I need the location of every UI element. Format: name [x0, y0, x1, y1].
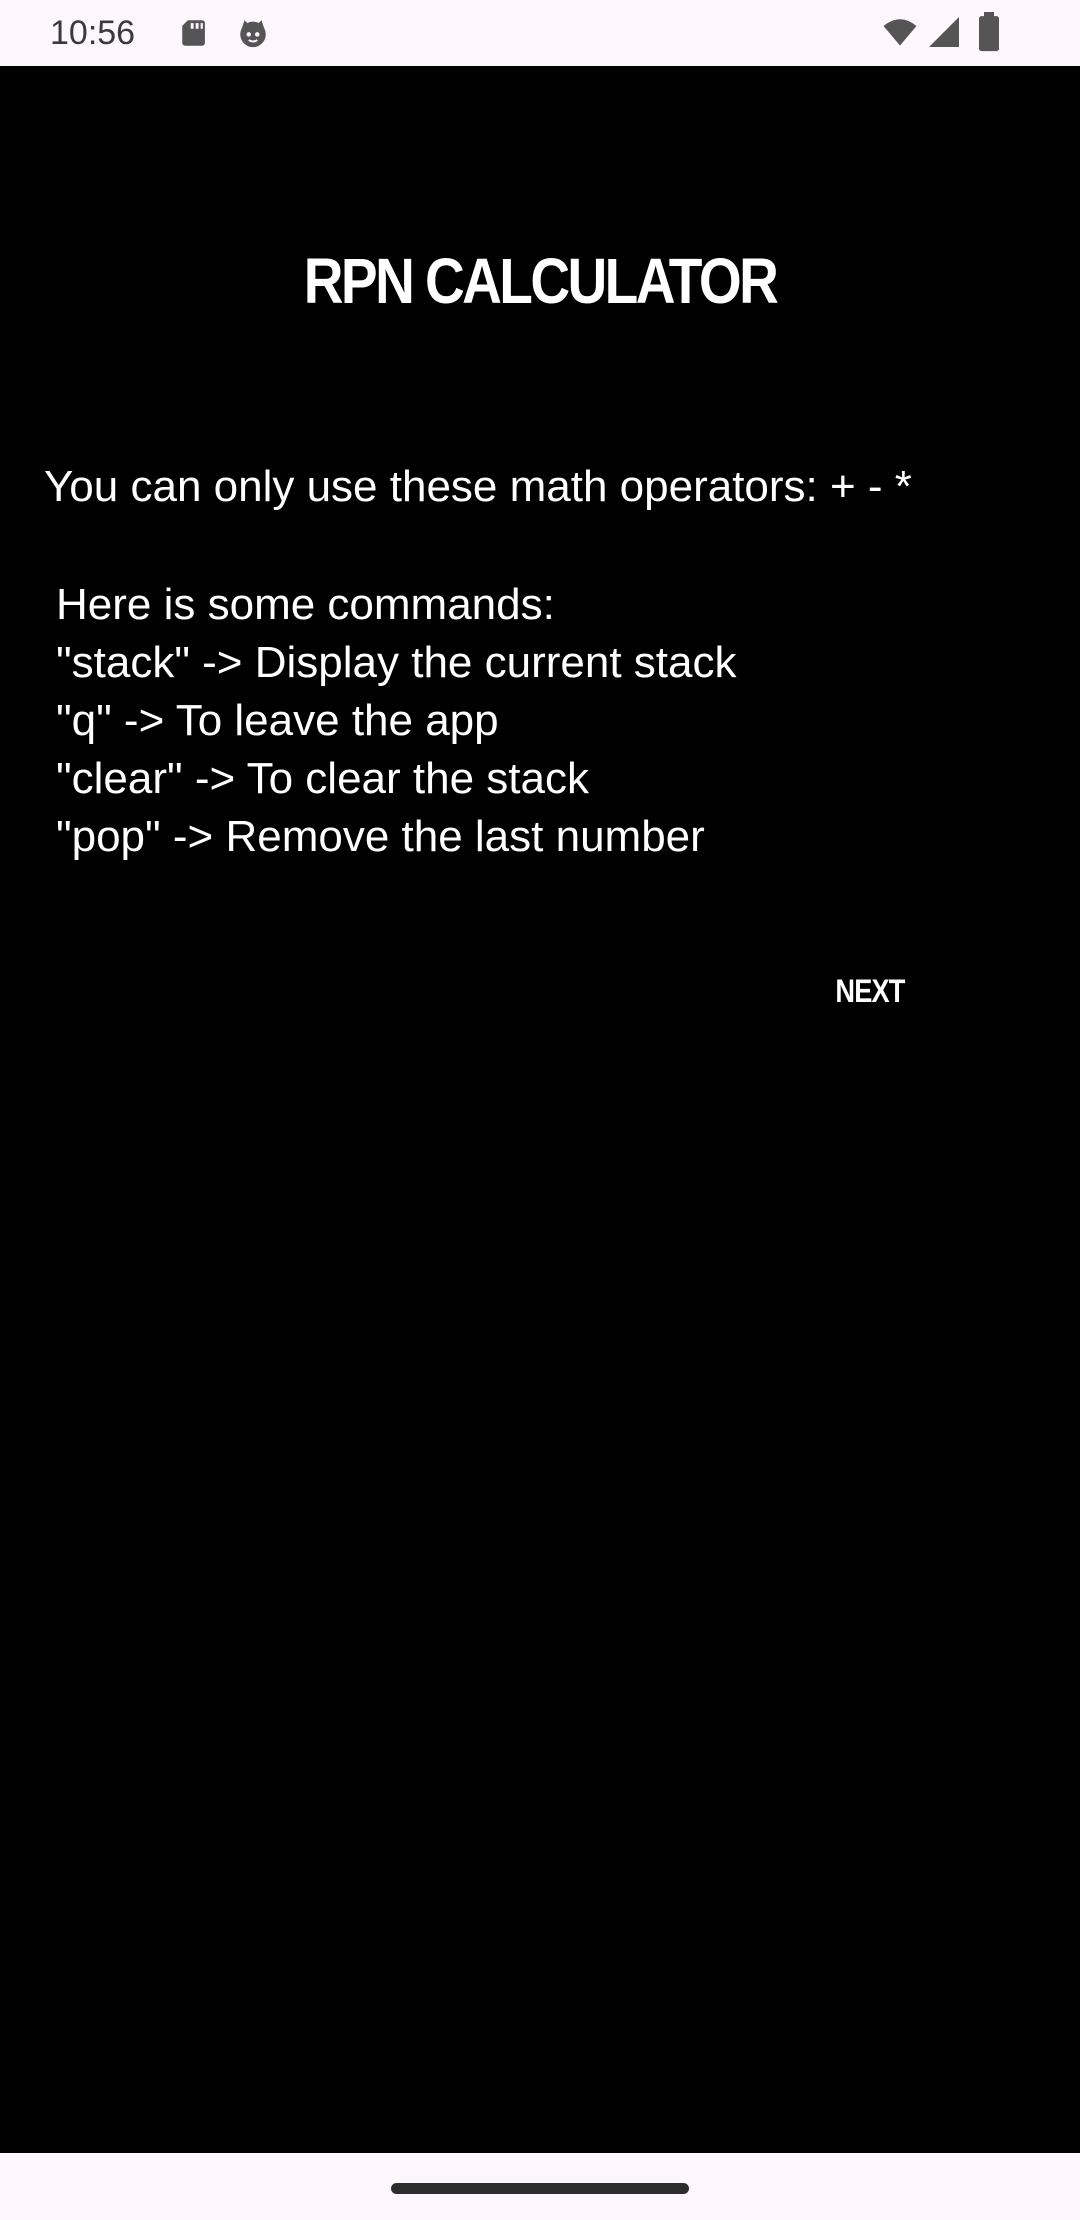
page-title: RPN CALCULATOR [303, 245, 779, 317]
wifi-icon [880, 14, 920, 50]
sd-card-icon [178, 16, 212, 50]
home-gesture-handle[interactable] [391, 2183, 689, 2194]
command-item: "stack" -> Display the current stack [56, 638, 737, 687]
battery-icon [976, 12, 1002, 52]
status-bar: 10:56 [0, 0, 1080, 66]
command-item: "q" -> To leave the app [56, 696, 499, 745]
signal-icon [926, 14, 962, 50]
commands-list: Here is some commands: "stack" -> Displa… [56, 576, 736, 866]
command-item: "pop" -> Remove the last number [56, 812, 705, 861]
status-time: 10:56 [50, 14, 136, 52]
navigation-bar [0, 2153, 1080, 2220]
next-button[interactable]: NEXT [828, 956, 913, 1026]
app-screen: RPN CALCULATOR You can only use these ma… [0, 66, 1080, 2153]
command-item: "clear" -> To clear the stack [56, 754, 589, 803]
operators-text: You can only use these math operators: +… [44, 462, 912, 511]
commands-header: Here is some commands: [56, 580, 555, 629]
cat-face-icon [236, 16, 270, 50]
